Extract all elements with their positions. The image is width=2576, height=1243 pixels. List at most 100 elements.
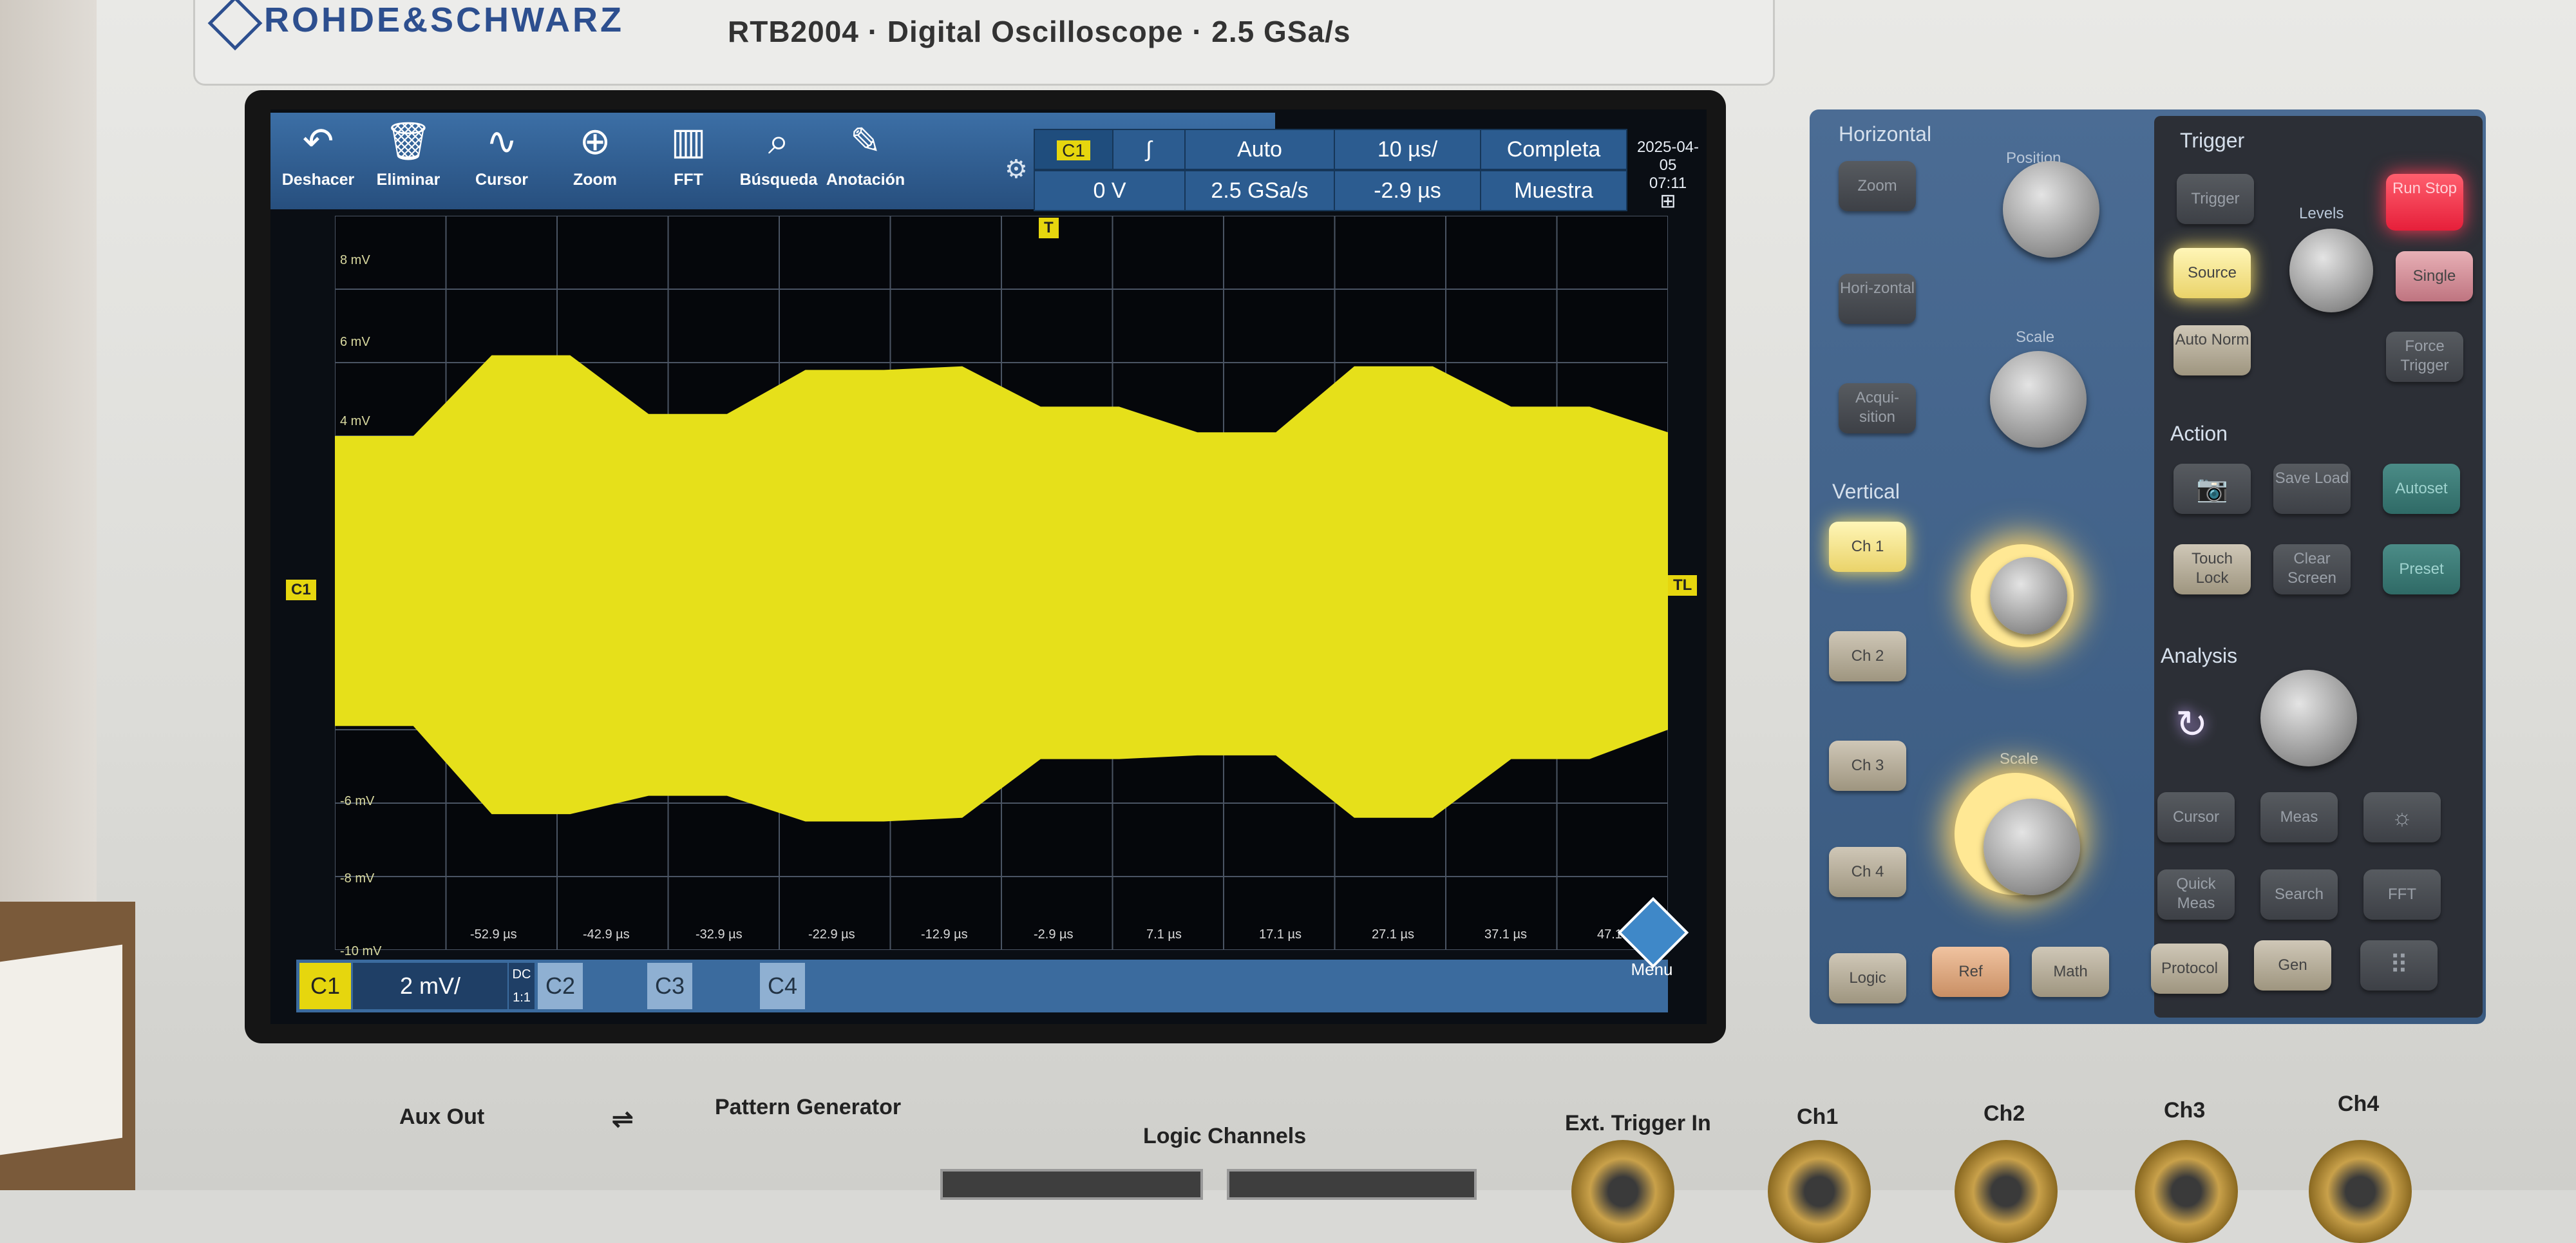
autoset-button[interactable]: Autoset	[2383, 464, 2460, 514]
time-offset[interactable]: -2.9 µs	[1334, 170, 1481, 211]
sample-rate[interactable]: 2.5 GSa/s	[1184, 170, 1335, 211]
search-button[interactable]: Search	[2260, 869, 2338, 920]
trigger-level-knob[interactable]	[2289, 229, 2373, 312]
ch4-connector[interactable]	[2309, 1140, 2412, 1243]
toolbar-button-cursor[interactable]: ∿ Cursor	[457, 113, 546, 209]
toolbar-button-fft[interactable]: ▥ FFT	[644, 113, 733, 209]
ch1-coupling-label: DC	[512, 967, 531, 982]
network-icon: ⊞	[1660, 191, 1676, 212]
ch4-chip[interactable]: C4	[760, 963, 805, 1009]
logic-button[interactable]: Logic	[1829, 953, 1906, 1003]
ext-trigger-connector[interactable]	[1571, 1140, 1674, 1243]
y-axis-label: 4 mV	[340, 414, 370, 428]
meas-button[interactable]: Meas	[2260, 792, 2338, 842]
ch4-button[interactable]: Ch 4	[1829, 847, 1906, 897]
logic-connector-1[interactable]	[940, 1169, 1203, 1200]
acquisition-mode[interactable]: Muestra	[1480, 170, 1627, 211]
ch1-button[interactable]: Ch 1	[1829, 522, 1906, 572]
ch3-connector[interactable]	[2135, 1140, 2238, 1243]
menu-label: Menu	[1631, 960, 1673, 979]
toolbar-button-eliminar[interactable]: 🗑 Eliminar	[364, 113, 453, 209]
pattern-generator-label: Pattern Generator	[715, 1095, 902, 1119]
horizontal-scale-label: Scale	[2016, 328, 2055, 346]
y-axis-label: -8 mV	[340, 871, 375, 886]
waveform-area[interactable]	[335, 216, 1668, 950]
gear-icon[interactable]: ⚙	[1005, 155, 1028, 184]
force-trigger-button[interactable]: Force Trigger	[2386, 332, 2463, 382]
menu-button[interactable]: Menu	[1616, 897, 1689, 982]
horizontal-scale-knob[interactable]	[1990, 351, 2087, 448]
zoom-button[interactable]: Zoom	[1839, 161, 1916, 211]
zoom-icon: ⊕	[579, 120, 611, 162]
x-axis-label: -52.9 µs	[470, 927, 517, 942]
position-knob[interactable]	[2003, 161, 2099, 258]
math-button[interactable]: Math	[2032, 947, 2109, 997]
save-load-button[interactable]: Save Load	[2273, 464, 2351, 514]
trigger-level[interactable]: 0 V	[1034, 170, 1186, 211]
apps-grid-icon[interactable]: ⠿	[2360, 940, 2438, 991]
undo-icon: ↶	[302, 120, 334, 162]
touch-lock-button[interactable]: Touch Lock	[2174, 544, 2251, 594]
toolbar-button-anotaci-n[interactable]: ✎ Anotación	[821, 113, 910, 209]
single-button[interactable]: Single	[2396, 251, 2473, 301]
run-stop-button[interactable]: Run Stop	[2386, 174, 2463, 231]
status-panel: C1 ∫ Auto 10 µs/ Completa 0 V 2.5 GSa/s …	[1034, 129, 1678, 213]
navigation-knob[interactable]	[2260, 670, 2357, 766]
levels-label: Levels	[2299, 205, 2344, 222]
vertical-position-knob[interactable]	[1990, 557, 2067, 634]
logic-connector-2[interactable]	[1227, 1169, 1477, 1200]
trigger-level-marker[interactable]: TL	[1668, 575, 1698, 596]
fft-button[interactable]: FFT	[2363, 869, 2441, 920]
toolbar-button-b-squeda[interactable]: ⌕ Búsqueda	[734, 113, 823, 209]
source-button[interactable]: Source	[2174, 248, 2251, 298]
ch3-input-label: Ch3	[2164, 1098, 2206, 1123]
cursor-button[interactable]: Cursor	[2157, 792, 2235, 842]
clear-screen-button[interactable]: Clear Screen	[2273, 544, 2351, 594]
brand-name: ROHDE&SCHWARZ	[264, 1, 624, 39]
protocol-button[interactable]: Protocol	[2151, 944, 2228, 994]
rising-edge-icon[interactable]: ∫	[1112, 129, 1186, 170]
waveform-plot	[335, 216, 1668, 950]
toolbar-button-zoom[interactable]: ⊕ Zoom	[551, 113, 639, 209]
ch2-chip[interactable]: C2	[538, 963, 583, 1009]
screenshot-button[interactable]: 📷	[2174, 464, 2251, 514]
toolbar-label: Zoom	[573, 171, 618, 189]
intensity-icon[interactable]: ☼	[2363, 792, 2441, 842]
x-axis-label: 27.1 µs	[1372, 927, 1415, 942]
acquisition-button[interactable]: Acqui-sition	[1839, 383, 1916, 433]
ch3-chip[interactable]: C3	[647, 963, 692, 1009]
ref-button[interactable]: Ref	[1932, 947, 2009, 997]
action-title: Action	[2170, 422, 2228, 445]
toolbar-button-deshacer[interactable]: ↶ Deshacer	[274, 113, 363, 209]
ch2-connector[interactable]	[1955, 1140, 2058, 1243]
trigger-mode[interactable]: Auto	[1184, 129, 1335, 170]
ch2-button[interactable]: Ch 2	[1829, 631, 1906, 681]
trash-icon: 🗑	[384, 120, 432, 162]
quick-meas-button[interactable]: Quick Meas	[2157, 869, 2235, 920]
aux-out-label: Aux Out	[399, 1105, 485, 1129]
x-axis-label: -2.9 µs	[1034, 927, 1074, 942]
preset-button[interactable]: Preset	[2383, 544, 2460, 594]
horizontal-button[interactable]: Hori-zontal	[1839, 274, 1916, 324]
trigger-marker[interactable]: T	[1039, 218, 1059, 238]
logic-channels-label: Logic Channels	[1143, 1124, 1307, 1148]
channel-offset-marker[interactable]: C1	[286, 580, 316, 600]
y-axis-label: 6 mV	[340, 335, 370, 349]
vertical-title: Vertical	[1832, 480, 1900, 503]
x-axis-label: -22.9 µs	[808, 927, 855, 942]
ch1-chip[interactable]: C1	[299, 963, 351, 1009]
navigation-icon[interactable]: ↻	[2175, 702, 2208, 747]
gen-button[interactable]: Gen	[2254, 940, 2331, 991]
trigger-source-cell[interactable]: C1	[1034, 129, 1113, 170]
time-scale[interactable]: 10 µs/	[1334, 129, 1481, 170]
trigger-button[interactable]: Trigger	[2177, 174, 2254, 224]
auto-norm-button[interactable]: Auto Norm	[2174, 325, 2251, 375]
ch1-coupling: DC 1:1	[509, 963, 535, 1009]
paper-sheet	[0, 944, 122, 1155]
toolbar-label: Cursor	[475, 171, 528, 189]
ch1-connector[interactable]	[1768, 1140, 1871, 1243]
ch1-scale[interactable]: 2 mV/	[353, 963, 507, 1009]
ch3-button[interactable]: Ch 3	[1829, 741, 1906, 791]
vertical-scale-knob[interactable]	[1984, 799, 2080, 895]
acquisition-setting[interactable]: Completa	[1480, 129, 1627, 170]
